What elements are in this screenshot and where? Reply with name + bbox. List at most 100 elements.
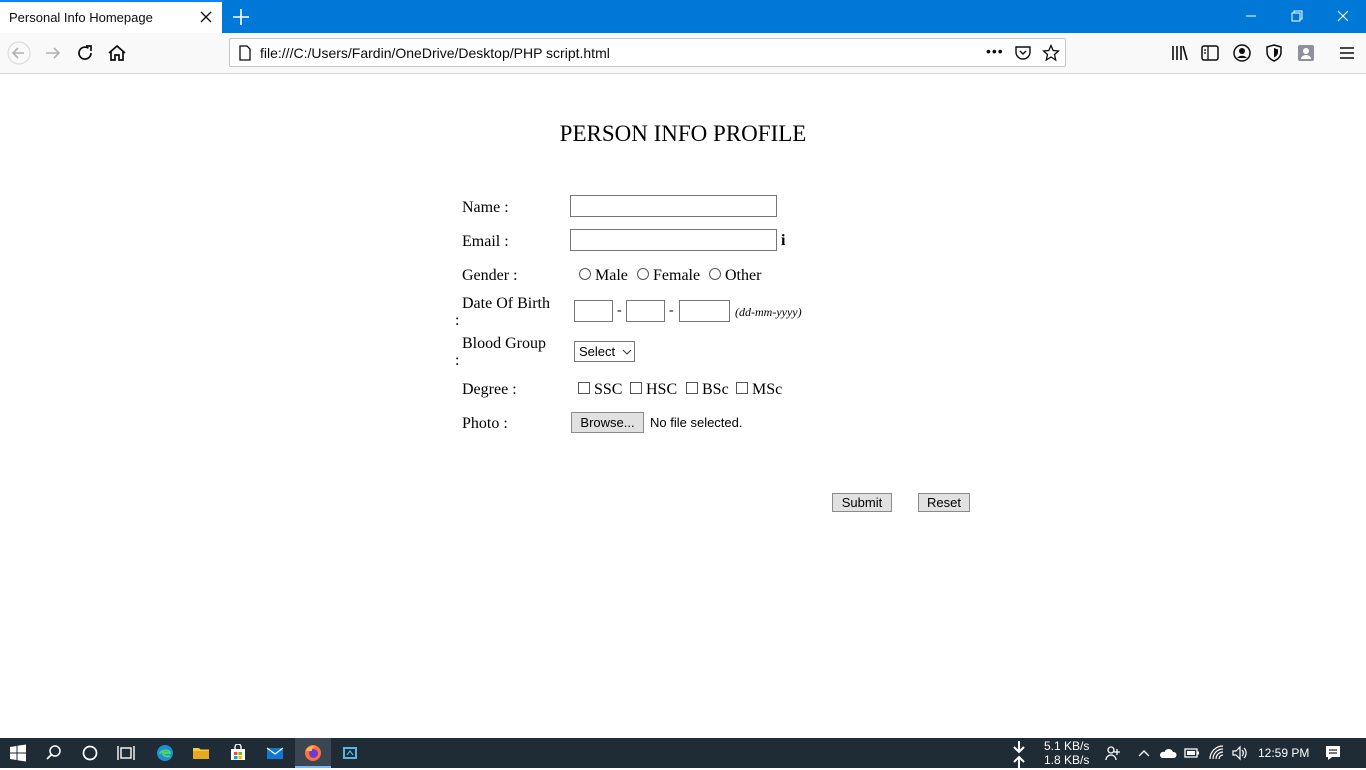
degree-bsc-label: BSc <box>702 381 729 398</box>
cortana-button[interactable] <box>72 738 108 768</box>
file-status: No file selected. <box>650 415 743 430</box>
task-view-button[interactable] <box>108 738 144 768</box>
battery-icon[interactable] <box>1183 744 1201 762</box>
task-view-icon <box>117 746 135 760</box>
start-button[interactable] <box>0 738 36 768</box>
back-icon[interactable] <box>7 41 31 65</box>
degree-hsc-checkbox[interactable] <box>630 382 642 394</box>
menu-icon[interactable] <box>1335 41 1359 65</box>
tab-title: Personal Info Homepage <box>9 10 153 25</box>
cortana-icon <box>82 745 98 761</box>
page-icon <box>239 45 251 61</box>
search-icon <box>46 745 61 760</box>
dob-day-input[interactable] <box>574 300 613 322</box>
blood-group-select[interactable]: Select <box>574 341 635 362</box>
network-speed: 5.1 KB/s 1.8 KB/s <box>1044 739 1089 767</box>
edge-icon <box>157 745 173 761</box>
store-icon <box>231 744 245 760</box>
bookmark-star-icon[interactable] <box>1042 44 1060 62</box>
photo-label: Photo : <box>462 415 508 432</box>
dob-separator: - <box>617 303 622 318</box>
minimize-button[interactable] <box>1228 0 1274 33</box>
mail-icon <box>266 747 284 759</box>
firefox-button[interactable] <box>295 738 331 768</box>
account-icon[interactable] <box>1230 41 1254 65</box>
forward-icon[interactable] <box>41 41 65 65</box>
firefox-icon <box>305 745 321 761</box>
name-label: Name : <box>462 199 509 216</box>
reload-icon[interactable] <box>73 41 97 65</box>
taskbar: 5.1 KB/s 1.8 KB/s 12:59 PM <box>0 738 1366 768</box>
people-icon[interactable] <box>1104 744 1122 762</box>
dob-month-input[interactable] <box>626 300 665 322</box>
store-button[interactable] <box>220 738 256 768</box>
folder-icon <box>193 748 209 759</box>
degree-msc-label: MSc <box>752 381 783 398</box>
gender-other-radio[interactable] <box>709 268 721 280</box>
nav-toolbar: file:///C:/Users/Fardin/OneDrive/Desktop… <box>0 33 1366 74</box>
submit-button[interactable]: Submit <box>832 493 892 512</box>
email-label: Email : <box>462 233 509 250</box>
minimize-icon <box>1246 15 1256 17</box>
degree-bsc-checkbox[interactable] <box>686 382 698 394</box>
blood-group-selected: Select <box>579 344 616 359</box>
dob-label: Date Of Birth <box>462 295 550 312</box>
gender-other-label: Other <box>725 267 762 284</box>
extension-icon[interactable] <box>1294 41 1318 65</box>
edge-button[interactable] <box>147 738 183 768</box>
windows-icon <box>10 744 26 762</box>
notifications-icon[interactable] <box>1324 744 1342 762</box>
reset-button[interactable]: Reset <box>918 493 970 512</box>
network-download-speed: 5.1 KB/s <box>1044 739 1090 753</box>
onedrive-icon[interactable] <box>1159 744 1177 762</box>
degree-ssc-label: SSC <box>594 381 623 398</box>
close-icon <box>1337 10 1349 22</box>
gender-male-radio[interactable] <box>579 268 591 280</box>
dob-year-input[interactable] <box>679 300 730 322</box>
name-input[interactable] <box>570 195 777 217</box>
wifi-icon[interactable] <box>1208 744 1226 762</box>
gender-female-label: Female <box>653 267 701 284</box>
library-icon[interactable] <box>1168 41 1192 65</box>
search-button[interactable] <box>36 738 72 768</box>
gender-female-radio[interactable] <box>637 268 649 280</box>
gender-label: Gender : <box>462 267 518 284</box>
mail-button[interactable] <box>257 738 293 768</box>
email-info-icon: i <box>781 232 786 249</box>
browse-button[interactable]: Browse... <box>571 412 644 433</box>
dob-format-hint: (dd-mm-yyyy) <box>735 305 802 319</box>
clock[interactable]: 12:59 PM <box>1258 746 1309 760</box>
network-upload-speed: 1.8 KB/s <box>1044 753 1090 767</box>
degree-hsc-label: HSC <box>646 381 678 398</box>
app-icon <box>343 747 357 759</box>
blood-group-colon: : <box>455 352 460 369</box>
chevron-down-icon <box>622 349 632 355</box>
volume-icon[interactable] <box>1231 744 1249 762</box>
chevron-up-icon[interactable] <box>1135 744 1153 762</box>
degree-ssc-checkbox[interactable] <box>578 382 590 394</box>
restore-button[interactable] <box>1274 0 1320 33</box>
close-tab-icon[interactable] <box>198 9 214 25</box>
dob-colon: : <box>455 312 460 329</box>
app-button[interactable] <box>332 738 368 768</box>
email-input[interactable] <box>570 229 777 251</box>
page-title: PERSON INFO PROFILE <box>559 121 807 146</box>
tab-bar: Personal Info Homepage <box>0 0 1366 33</box>
restore-icon <box>1291 10 1303 22</box>
page-actions-icon[interactable]: ••• <box>986 43 1004 59</box>
dob-separator: - <box>669 303 674 318</box>
file-explorer-button[interactable] <box>183 738 219 768</box>
home-icon[interactable] <box>105 41 129 65</box>
close-window-button[interactable] <box>1320 0 1366 33</box>
upload-arrow-icon <box>1013 755 1025 768</box>
url-text[interactable]: file:///C:/Users/Fardin/OneDrive/Desktop… <box>260 45 610 61</box>
blood-group-label: Blood Group <box>462 335 546 352</box>
url-bar[interactable]: file:///C:/Users/Fardin/OneDrive/Desktop… <box>229 38 1066 67</box>
degree-msc-checkbox[interactable] <box>736 382 748 394</box>
new-tab-icon[interactable] <box>229 5 253 29</box>
sidebar-icon[interactable] <box>1198 41 1222 65</box>
pocket-icon[interactable] <box>1014 44 1032 62</box>
gender-male-label: Male <box>595 267 628 284</box>
shield-icon[interactable] <box>1262 41 1286 65</box>
tab-personal-info[interactable]: Personal Info Homepage <box>0 0 222 33</box>
